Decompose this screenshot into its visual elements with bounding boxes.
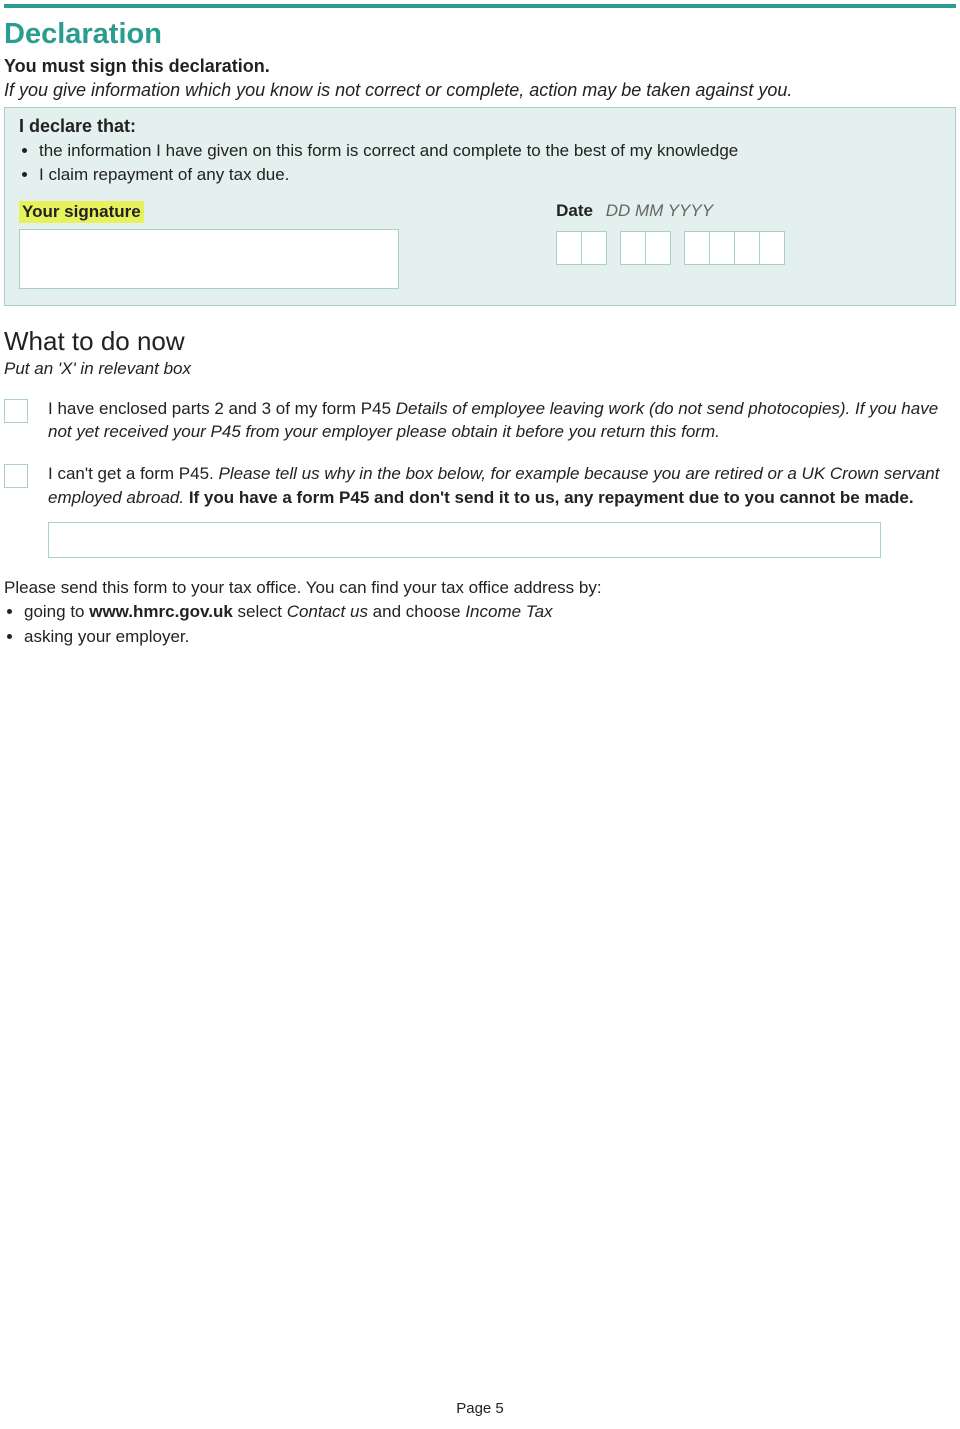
option-2-checkbox[interactable] — [4, 464, 28, 488]
send-instructions: Please send this form to your tax office… — [4, 576, 956, 650]
option-2-text: I can't get a form P45. Please tell us w… — [48, 462, 956, 510]
declaration-heading: Declaration — [4, 18, 956, 51]
date-year-1[interactable] — [684, 231, 710, 265]
option-2-bold: If you have a form P45 and don't send it… — [189, 488, 914, 507]
date-month-2[interactable] — [645, 231, 671, 265]
what-to-do-subtitle: Put an 'X' in relevant box — [4, 359, 956, 379]
date-hint: DD MM YYYY — [606, 201, 713, 220]
date-year-3[interactable] — [734, 231, 760, 265]
date-year-2[interactable] — [709, 231, 735, 265]
date-label: Date — [556, 201, 593, 220]
date-boxes — [556, 231, 941, 265]
page-number: Page 5 — [0, 1400, 960, 1417]
hmrc-url: www.hmrc.gov.uk — [89, 602, 233, 621]
date-day-2[interactable] — [581, 231, 607, 265]
declaration-bullets: the information I have given on this for… — [19, 139, 941, 187]
must-sign-text: You must sign this declaration. — [4, 56, 956, 77]
warning-text: If you give information which you know i… — [4, 80, 956, 101]
declaration-bullet-1: the information I have given on this for… — [39, 139, 941, 163]
signature-label: Your signature — [19, 201, 144, 223]
declare-head: I declare that: — [19, 116, 941, 137]
date-month-1[interactable] — [620, 231, 646, 265]
option-1-row: I have enclosed parts 2 and 3 of my form… — [4, 397, 956, 445]
option-2-lead: I can't get a form P45. — [48, 464, 219, 483]
option-1-checkbox[interactable] — [4, 399, 28, 423]
option-1-lead: I have enclosed parts 2 and 3 of my form… — [48, 399, 396, 418]
option-1-text: I have enclosed parts 2 and 3 of my form… — [48, 397, 956, 445]
what-to-do-heading: What to do now — [4, 326, 956, 357]
date-day-1[interactable] — [556, 231, 582, 265]
declaration-box: I declare that: the information I have g… — [4, 107, 956, 306]
send-intro: Please send this form to your tax office… — [4, 578, 602, 597]
send-bullet-1: going to www.hmrc.gov.uk select Contact … — [24, 600, 956, 625]
send-bullet-2: asking your employer. — [24, 625, 956, 650]
declaration-bullet-2: I claim repayment of any tax due. — [39, 163, 941, 187]
option-2-row: I can't get a form P45. Please tell us w… — [4, 462, 956, 510]
date-year-4[interactable] — [759, 231, 785, 265]
reason-input[interactable] — [48, 522, 881, 558]
signature-input[interactable] — [19, 229, 399, 289]
top-rule — [4, 4, 956, 8]
